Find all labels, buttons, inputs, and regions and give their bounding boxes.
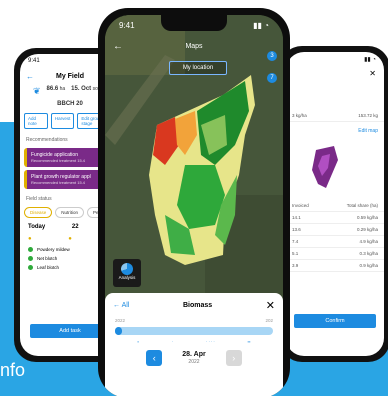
- segment-disease[interactable]: Disease: [24, 207, 53, 218]
- sheet-header: ← All Biomass ✕: [105, 293, 283, 318]
- info-badge[interactable]: 7: [267, 73, 277, 83]
- status-bar: 9:41 ▮▮ ◔: [119, 21, 269, 30]
- my-location-button[interactable]: My location: [169, 61, 227, 75]
- harvest-button[interactable]: Harvest: [50, 113, 75, 129]
- biomass-sheet: ← All Biomass ✕ 2022 202 ▪ · · · · · ▪▪ ‹ 28…: [105, 293, 283, 396]
- pie-chart-icon: [121, 263, 133, 275]
- table-row: 5.1 0.3 kg/ha: [286, 248, 384, 260]
- clock: 9:41: [28, 58, 40, 64]
- phone-biomass-map: 9:41 ▮▮ ◔ ← Maps 3 7 My location Analysis…: [98, 8, 290, 396]
- zone-map: [286, 140, 384, 200]
- stat-area: 86.6 ha: [46, 86, 66, 92]
- dot-icon: [28, 265, 33, 270]
- timeline-slider[interactable]: [115, 327, 273, 335]
- signal-icon: ▮▮ ◔: [253, 21, 269, 30]
- previous-date-button[interactable]: ‹: [146, 350, 163, 366]
- table-row: 13.6 0.29 kg/ha: [286, 224, 384, 236]
- close-icon[interactable]: ✕: [266, 299, 275, 312]
- edit-map-link[interactable]: Edit map: [286, 122, 384, 140]
- field-title: My Field: [55, 73, 84, 80]
- slider-handle[interactable]: [115, 327, 122, 335]
- day-label: 22: [71, 224, 79, 230]
- risk-icon: ●: [28, 236, 32, 242]
- application-screen: ▮▮ ◔ ✕ 3 kg/ha 153.72 kg Edit map Invoice…: [286, 52, 384, 356]
- analysis-label: Analysis: [118, 275, 136, 280]
- timeline-years: 2022 202: [115, 318, 273, 323]
- next-date-button[interactable]: ›: [225, 350, 242, 366]
- sheet-title: Biomass: [182, 302, 213, 309]
- add-note-button[interactable]: Add note: [24, 113, 48, 129]
- dot-icon: [28, 247, 33, 252]
- table-header: Invoiced Total share (ha): [286, 200, 384, 212]
- close-icon[interactable]: ✕: [286, 67, 384, 80]
- current-date: 28. Apr 2022: [182, 350, 206, 365]
- status-bar: ▮▮ ◔: [286, 52, 384, 67]
- phone-application-map: ▮▮ ◔ ✕ 3 kg/ha 153.72 kg Edit map Invoice…: [280, 46, 388, 362]
- summary-row: 3 kg/ha 153.72 kg: [286, 110, 384, 122]
- day-label: Today: [28, 224, 46, 230]
- segment-nutrition[interactable]: Nutrition: [55, 207, 85, 218]
- table-row: 14.1 0.59 kg/ha: [286, 212, 384, 224]
- caption-text: nfo: [0, 360, 26, 380]
- purple-field-shape: [312, 146, 338, 188]
- all-maps-link[interactable]: ← All: [113, 302, 129, 309]
- dot-icon: [28, 256, 33, 261]
- date-navigator: ‹ 28. Apr 2022 ›: [105, 344, 283, 372]
- map-screen: 9:41 ▮▮ ◔ ← Maps 3 7 My location Analysis…: [105, 15, 283, 396]
- table-row: 3.9 0.9 kg/ha: [286, 260, 384, 272]
- leaf-icon: ❦: [32, 86, 41, 96]
- risk-icon: ●: [68, 236, 72, 242]
- signal-icon: ▮▮ ◔: [364, 57, 376, 63]
- map-title: Maps: [185, 43, 203, 50]
- clock: 9:41: [119, 21, 135, 30]
- analysis-button[interactable]: Analysis: [113, 259, 141, 287]
- layers-badge[interactable]: 3: [267, 51, 277, 61]
- back-arrow-icon[interactable]: ←: [26, 72, 34, 81]
- table-row: 7.4 4.9 kg/ha: [286, 236, 384, 248]
- confirm-button[interactable]: Confirm: [294, 314, 376, 328]
